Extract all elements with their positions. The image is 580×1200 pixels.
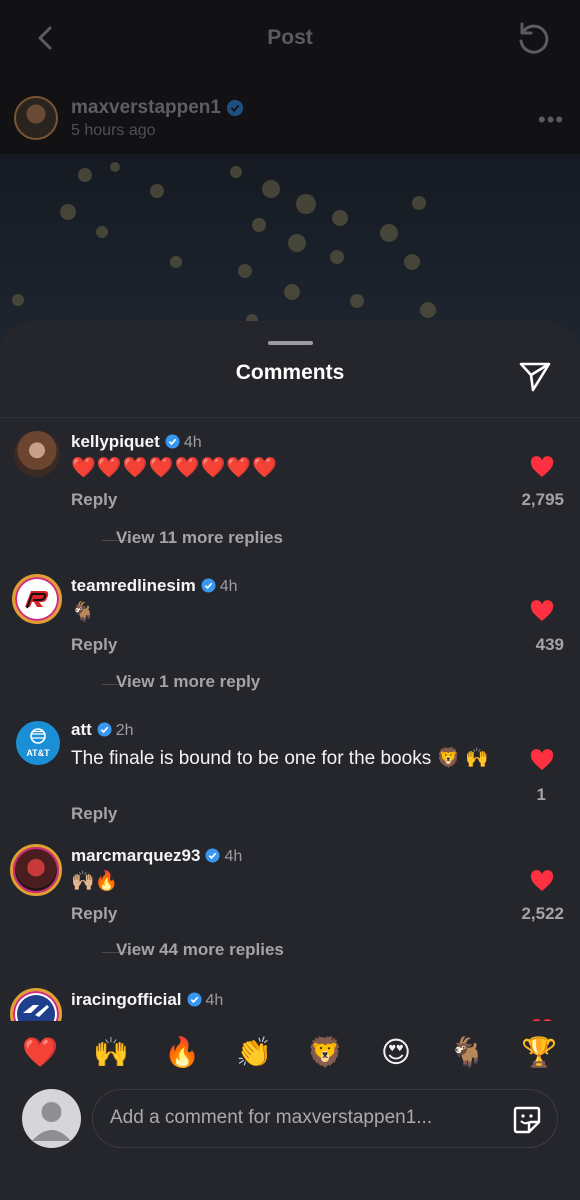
sticker-icon[interactable]: [511, 1104, 543, 1136]
verified-badge-icon: [201, 578, 216, 593]
avatar[interactable]: [12, 574, 62, 624]
comment-time: 4h: [224, 848, 243, 865]
post-header: Post maxverstappen1 5 hours ago •••: [0, 0, 580, 154]
comment-item: teamredlinesim 4h 🐐 Reply 439 View 1 more…: [0, 562, 580, 706]
avatar[interactable]: [14, 431, 60, 477]
comment-input[interactable]: Add a comment for maxverstappen1...: [92, 1089, 558, 1148]
reply-button[interactable]: Reply: [71, 635, 117, 655]
redline-logo-icon: [18, 580, 56, 618]
iracing-logo-icon: [17, 995, 55, 1021]
comment-item: AT&T att 2h The finale is bound to be one…: [0, 706, 580, 832]
view-more-replies[interactable]: View 1 more reply: [102, 672, 302, 696]
heart-filled-icon[interactable]: [530, 749, 554, 771]
emoji-goat[interactable]: 🐐: [447, 1035, 487, 1071]
verified-badge-icon: [226, 99, 244, 117]
comment-text: The finale is bound to be one for the bo…: [71, 748, 490, 769]
view-more-replies-label: View 1 more reply: [116, 672, 261, 691]
refresh-icon[interactable]: [514, 20, 552, 58]
heart-filled-icon[interactable]: [530, 456, 554, 478]
comment-time: 2h: [115, 722, 134, 739]
comments-list[interactable]: kellypiquet 4h ❤️❤️❤️❤️❤️❤️❤️❤️ Reply 2,7…: [0, 418, 580, 1021]
current-user-avatar[interactable]: [22, 1089, 81, 1148]
post-timestamp: 5 hours ago: [71, 122, 156, 139]
comment-username[interactable]: kellypiquet: [71, 432, 160, 451]
like-count: 1: [536, 785, 546, 804]
comment-username[interactable]: marcmarquez93: [71, 846, 200, 865]
att-avatar-label: AT&T: [26, 748, 50, 758]
send-icon[interactable]: [516, 357, 554, 395]
emoji-trophy[interactable]: 🏆: [519, 1035, 559, 1071]
emoji-heart[interactable]: ❤️: [20, 1035, 60, 1071]
comment-time: 4h: [205, 992, 224, 1009]
view-more-replies[interactable]: View 11 more replies: [102, 528, 302, 552]
verified-badge-icon: [205, 848, 220, 863]
heart-filled-icon[interactable]: [530, 600, 554, 622]
emoji-clapping[interactable]: 👏: [234, 1035, 274, 1071]
avatar[interactable]: [10, 988, 62, 1021]
like-count: 2,522: [521, 904, 564, 923]
post-author-avatar[interactable]: [14, 96, 58, 140]
view-more-replies-label: View 44 more replies: [116, 940, 284, 959]
emoji-lion[interactable]: 🦁: [305, 1035, 345, 1071]
comments-sheet: Comments kellypiquet 4h ❤️❤️❤️❤️❤️❤️❤️❤️ …: [0, 321, 580, 1200]
more-horizontal-icon[interactable]: •••: [538, 107, 564, 133]
like-count: 439: [535, 635, 564, 654]
reply-button[interactable]: Reply: [71, 904, 117, 924]
comment-username[interactable]: iracingofficial: [71, 990, 182, 1009]
post-author-username[interactable]: maxverstappen1: [71, 97, 221, 119]
comment-text: 🙌🏼🔥: [71, 871, 119, 892]
comment-text: 🐐: [71, 602, 95, 623]
emoji-heart-eyes[interactable]: 😍: [376, 1035, 416, 1071]
emoji-reaction-bar: ❤️ 🙌 🔥 👏 🦁 😍 🐐 🏆: [0, 1021, 580, 1081]
default-avatar-icon: [32, 1102, 71, 1141]
emoji-raising-hands[interactable]: 🙌: [91, 1035, 131, 1071]
verified-badge-icon: [97, 722, 112, 737]
view-more-replies[interactable]: View 44 more replies: [102, 940, 322, 964]
heart-filled-icon[interactable]: [530, 870, 554, 892]
comment-time: 4h: [183, 434, 202, 451]
comment-username[interactable]: teamredlinesim: [71, 576, 196, 595]
view-more-replies-label: View 11 more replies: [116, 528, 283, 547]
page-title: Post: [267, 26, 313, 49]
sheet-drag-handle[interactable]: [268, 341, 313, 345]
comment-text: ❤️❤️❤️❤️❤️❤️❤️❤️: [71, 457, 279, 479]
verified-badge-icon: [165, 434, 180, 449]
emoji-fire[interactable]: 🔥: [162, 1035, 202, 1071]
verified-badge-icon: [187, 992, 202, 1007]
att-globe-icon: [30, 728, 46, 744]
comment-composer: Add a comment for maxverstappen1...: [0, 1083, 580, 1173]
reply-button[interactable]: Reply: [71, 804, 117, 824]
like-count: 2,795: [521, 490, 564, 509]
avatar[interactable]: AT&T: [16, 721, 60, 765]
avatar[interactable]: [10, 844, 62, 896]
comment-time: 4h: [219, 578, 238, 595]
comment-item: iracingofficial 4h: [0, 976, 580, 1021]
comment-username[interactable]: att: [71, 720, 92, 739]
comment-item: kellypiquet 4h ❤️❤️❤️❤️❤️❤️❤️❤️ Reply 2,7…: [0, 418, 580, 562]
comments-title: Comments: [235, 361, 345, 384]
comment-item: marcmarquez93 4h 🙌🏼🔥 Reply 2,522 View 44 …: [0, 832, 580, 976]
comment-input-placeholder: Add a comment for maxverstappen1...: [110, 1107, 433, 1128]
reply-button[interactable]: Reply: [71, 490, 117, 510]
